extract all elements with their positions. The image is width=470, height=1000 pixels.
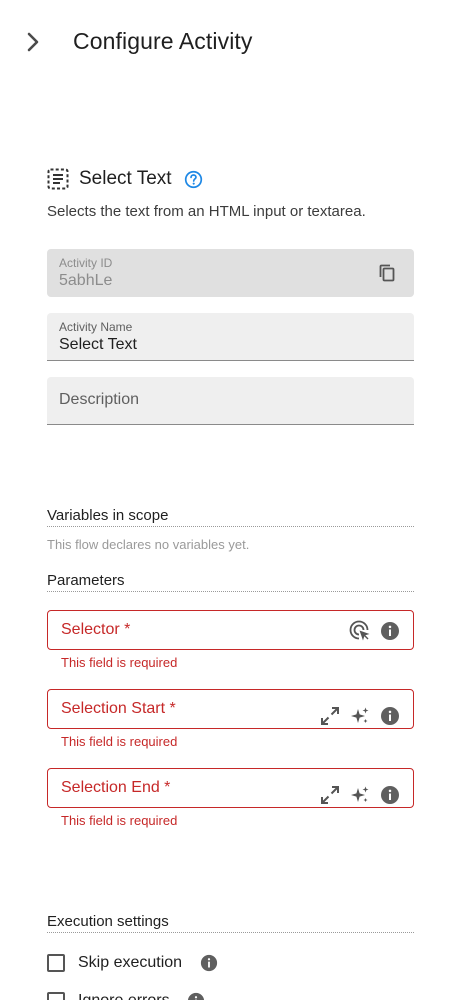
selector-label: Selector * (61, 621, 131, 638)
selection-end-field[interactable]: Selection End * (47, 768, 414, 808)
activity-name-value[interactable]: Select Text (59, 336, 137, 354)
panel-header: Configure Activity (0, 0, 470, 84)
skip-execution-checkbox[interactable] (47, 954, 65, 972)
ignore-errors-label: Ignore errors (78, 992, 170, 1000)
selection-start-label: Selection Start * (61, 700, 176, 717)
activity-title: Select Text (79, 168, 172, 189)
selector-field[interactable]: Selector * (47, 610, 414, 650)
info-icon[interactable] (186, 991, 206, 1000)
skip-execution-row: Skip execution (47, 951, 219, 975)
target-picker-icon[interactable] (349, 620, 371, 642)
description-placeholder: Description (59, 391, 140, 408)
ignore-errors-row: Ignore errors (47, 989, 206, 1000)
info-icon[interactable] (379, 784, 401, 806)
expand-icon[interactable] (319, 784, 341, 806)
activity-id-field: Activity ID 5abhLe (47, 249, 414, 297)
activity-heading: Select Text (47, 166, 204, 192)
expand-icon[interactable] (319, 705, 341, 727)
variables-note: This flow declares no variables yet. (47, 537, 250, 552)
page-title: Configure Activity (73, 28, 253, 54)
parameters-section-title: Parameters (47, 572, 414, 592)
help-circle-icon[interactable] (184, 169, 204, 189)
variables-section-title: Variables in scope (47, 507, 414, 527)
sparkle-icon[interactable] (349, 705, 371, 727)
activity-id-label: Activity ID (59, 256, 113, 270)
select-text-icon (47, 168, 69, 190)
info-icon[interactable] (379, 620, 401, 642)
info-icon[interactable] (199, 953, 219, 973)
description-field[interactable]: Description (47, 377, 414, 425)
selection-start-error: This field is required (61, 734, 178, 749)
activity-name-label: Activity Name (59, 320, 133, 334)
selector-error: This field is required (61, 655, 178, 670)
copy-icon[interactable] (376, 262, 398, 284)
activity-description: Selects the text from an HTML input or t… (47, 203, 366, 220)
selection-start-field[interactable]: Selection Start * (47, 689, 414, 729)
ignore-errors-checkbox[interactable] (47, 992, 65, 1000)
selection-end-error: This field is required (61, 813, 178, 828)
chevron-right-icon[interactable] (20, 28, 46, 56)
execution-section-title: Execution settings (47, 913, 414, 933)
skip-execution-label: Skip execution (78, 954, 183, 971)
activity-name-field[interactable]: Activity Name Select Text (47, 313, 414, 361)
info-icon[interactable] (379, 705, 401, 727)
selection-end-label: Selection End * (61, 779, 171, 796)
sparkle-icon[interactable] (349, 784, 371, 806)
activity-id-value: 5abhLe (59, 272, 113, 289)
